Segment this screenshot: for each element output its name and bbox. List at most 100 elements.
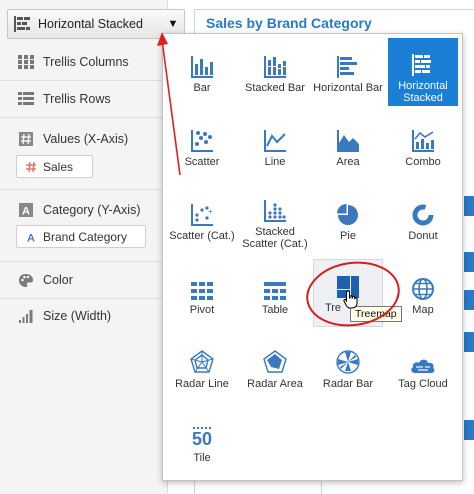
tile-radar-line[interactable]: Radar Line [167,336,237,398]
color-row[interactable]: Color [0,272,168,288]
tile-label: Radar Bar [322,378,374,390]
tile-label: Radar Area [247,378,303,390]
tile-tile[interactable]: 50 Tile [167,410,237,472]
tile-tag-cloud[interactable]: Tag Cloud [388,336,458,398]
grammar-panel: Trellis Columns Trellis Rows Values (X-A… [0,0,168,494]
hand-cursor-icon [343,290,358,309]
tile-radar-bar[interactable]: Radar Bar [313,336,383,398]
size-icon [17,308,35,324]
tile-label: Tile [193,452,211,464]
chevron-down-icon[interactable]: ▼ [162,18,184,30]
tile-radar-area[interactable]: Radar Area [240,336,310,398]
tile-label: Combo [405,156,441,168]
chart-bar [464,252,474,272]
chart-type-label: Horizontal Stacked [38,17,143,31]
scatter-icon [182,122,222,152]
svg-text:A: A [22,206,30,218]
tile-scatter-cat[interactable]: + Scatter (Cat.) [167,188,237,250]
svg-text:+: + [208,207,213,216]
size-width-label: Size (Width) [43,309,112,323]
tile-area[interactable]: Area [313,114,383,176]
tile-50-icon: 50 [182,418,222,448]
tile-label: Pivot [189,304,215,316]
tile-combo[interactable]: Combo [388,114,458,176]
trellis-rows-row[interactable]: Trellis Rows [0,91,168,107]
divider [0,261,168,262]
tile-label: Bar [193,82,211,94]
svg-text:A: A [27,232,35,242]
trellis-rows-label: Trellis Rows [43,92,111,106]
palette-icon [17,272,35,288]
tile-label: Scatter (Cat.) [169,230,235,242]
chart-bar [464,290,474,310]
tile-horizontal-stacked[interactable]: Horizontal Stacked [388,38,458,106]
category-y-axis-label: Category (Y-Axis) [43,203,141,217]
text-a-icon: A [17,202,35,218]
scatter-cat-icon: + [182,196,222,226]
donut-icon [403,196,443,226]
tile-label: Table [261,304,289,316]
brand-category-pill[interactable]: A Brand Category [16,225,146,248]
radar-line-icon [182,344,222,374]
hash-icon [17,131,35,147]
tile-label: Area [336,156,360,168]
horizontal-stacked-icon [403,46,443,76]
tile-50-glyph: 50 [191,429,213,449]
values-x-axis-label: Values (X-Axis) [43,132,129,146]
tile-stacked-scatter-cat[interactable]: Stacked Scatter (Cat.) [240,188,310,250]
tile-label: Line [264,156,286,168]
bar-chart-icon [182,48,222,78]
trellis-columns-row[interactable]: Trellis Columns [0,54,168,70]
stacked-scatter-icon [255,196,295,222]
tile-stacked-bar[interactable]: Stacked Bar [240,40,310,102]
divider [0,189,168,190]
brand-category-pill-label: Brand Category [43,229,128,244]
color-label: Color [43,273,73,287]
table-icon [255,270,295,300]
divider [0,117,168,118]
category-y-axis-row[interactable]: A Category (Y-Axis) [0,202,168,218]
size-width-row[interactable]: Size (Width) [0,308,168,324]
line-chart-icon [255,122,295,152]
tile-scatter[interactable]: Scatter [167,114,237,176]
chart-type-dropdown[interactable]: Horizontal Stacked ▼ [7,9,185,39]
tile-label: Stacked Scatter (Cat.) [242,226,308,250]
tile-pivot[interactable]: Pivot [167,262,237,324]
horizontal-stacked-icon [8,10,38,38]
hash-icon [24,161,38,172]
divider [0,298,168,299]
tile-donut[interactable]: Donut [388,188,458,250]
sales-pill[interactable]: Sales [16,155,93,178]
radar-area-icon [255,344,295,374]
tile-label: Tag Cloud [398,378,448,390]
values-x-axis-row[interactable]: Values (X-Axis) [0,131,168,147]
tile-label: Map [412,304,434,316]
pie-icon [328,196,368,226]
tag-cloud-icon [403,344,443,374]
tile-line[interactable]: Line [240,114,310,176]
tile-label: Donut [408,230,438,242]
chart-bar [464,420,474,440]
tile-label: Pie [340,230,356,242]
tile-table[interactable]: Table [240,262,310,324]
trellis-columns-icon [17,54,35,70]
tile-label: Horizontal Stacked [398,80,448,104]
tile-bar[interactable]: Bar [167,40,237,102]
trellis-columns-label: Trellis Columns [43,55,129,69]
text-a-icon: A [24,232,38,242]
chart-title: Sales by Brand Category [206,15,372,31]
trellis-rows-icon [17,91,35,107]
tile-label: Scatter [184,156,220,168]
area-chart-icon [328,122,368,152]
horizontal-bar-icon [328,48,368,78]
chart-bar [464,332,474,352]
radar-bar-icon [328,344,368,374]
tile-label: Stacked Bar [245,82,305,94]
tile-label: Horizontal Bar [313,82,383,94]
sales-pill-label: Sales [43,159,74,174]
divider [0,80,168,81]
stacked-bar-icon [255,48,295,78]
tile-pie[interactable]: Pie [313,188,383,250]
tile-label: Radar Line [175,378,229,390]
tile-horizontal-bar[interactable]: Horizontal Bar [313,40,383,102]
